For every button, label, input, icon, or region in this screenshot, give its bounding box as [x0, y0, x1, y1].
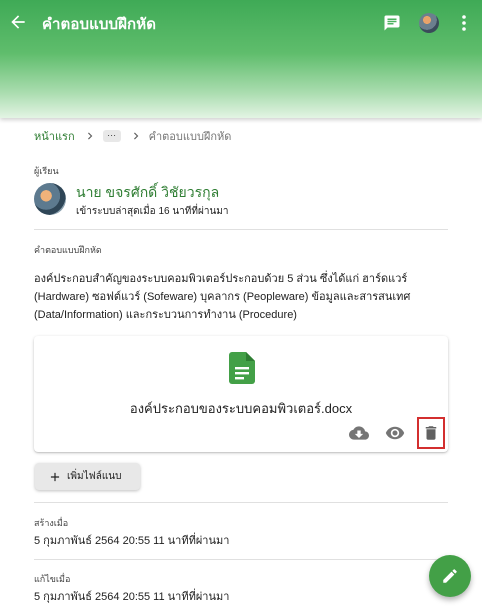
- chevron-right-icon: [133, 132, 138, 140]
- breadcrumb-ellipsis[interactable]: ···: [102, 130, 121, 142]
- divider: [34, 559, 448, 560]
- download-button[interactable]: [348, 422, 370, 444]
- user-avatar[interactable]: [419, 13, 439, 33]
- add-attachment-button[interactable]: เพิ่มไฟล์แนบ: [35, 463, 140, 490]
- chat-icon[interactable]: [383, 14, 401, 32]
- created-label: สร้างเมื่อ: [34, 518, 69, 528]
- delete-icon: [425, 426, 437, 440]
- modified-value: 5 กุมภาพันธ์ 2564 20:55 11 นาทีที่ผ่านมา: [34, 591, 230, 603]
- answer-text: องค์ประกอบสำคัญของระบบคอมพิวเตอร์ประกอบด…: [34, 273, 411, 321]
- chevron-right-icon: [87, 132, 92, 140]
- breadcrumb-home-link[interactable]: หน้าแรก: [34, 127, 75, 145]
- view-button[interactable]: [384, 422, 406, 444]
- student-avatar: [34, 183, 66, 215]
- student-name[interactable]: นาย ขจรศักดิ์ วิชัยวรกุล: [76, 182, 219, 204]
- delete-button[interactable]: [417, 417, 445, 449]
- breadcrumb-current: คำตอบแบบฝึกหัด: [148, 131, 232, 143]
- divider: [34, 502, 448, 503]
- plus-icon: [50, 472, 60, 481]
- more-vert-icon[interactable]: [460, 14, 468, 32]
- page-title: คำตอบแบบฝึกหัด: [42, 16, 157, 33]
- edit-fab-button[interactable]: [429, 555, 471, 597]
- breadcrumb: หน้าแรก ··· คำตอบแบบฝึกหัด: [34, 127, 231, 145]
- answer-label: คำตอบแบบฝึกหัด: [34, 245, 102, 255]
- attachment-file-name[interactable]: องค์ประกอบของระบบคอมพิวเตอร์.docx: [34, 398, 448, 419]
- created-value: 5 กุมภาพันธ์ 2564 20:55 11 นาทีที่ผ่านมา: [34, 535, 230, 547]
- divider: [34, 229, 448, 230]
- arrow-back-icon[interactable]: [8, 12, 28, 32]
- download-icon: [349, 426, 369, 440]
- app-bar: คำตอบแบบฝึกหัด: [0, 0, 482, 118]
- attachment-card[interactable]: องค์ประกอบของระบบคอมพิวเตอร์.docx: [34, 336, 448, 452]
- edit-icon: [443, 569, 457, 583]
- document-icon: [229, 352, 255, 384]
- student-label: ผู้เรียน: [34, 166, 59, 176]
- view-icon: [385, 426, 405, 440]
- modified-label: แก้ไขเมื่อ: [34, 574, 71, 584]
- student-last-login: เข้าระบบล่าสุดเมื่อ 16 นาทีที่ผ่านมา: [76, 206, 229, 217]
- add-attachment-label: เพิ่มไฟล์แนบ: [67, 471, 122, 482]
